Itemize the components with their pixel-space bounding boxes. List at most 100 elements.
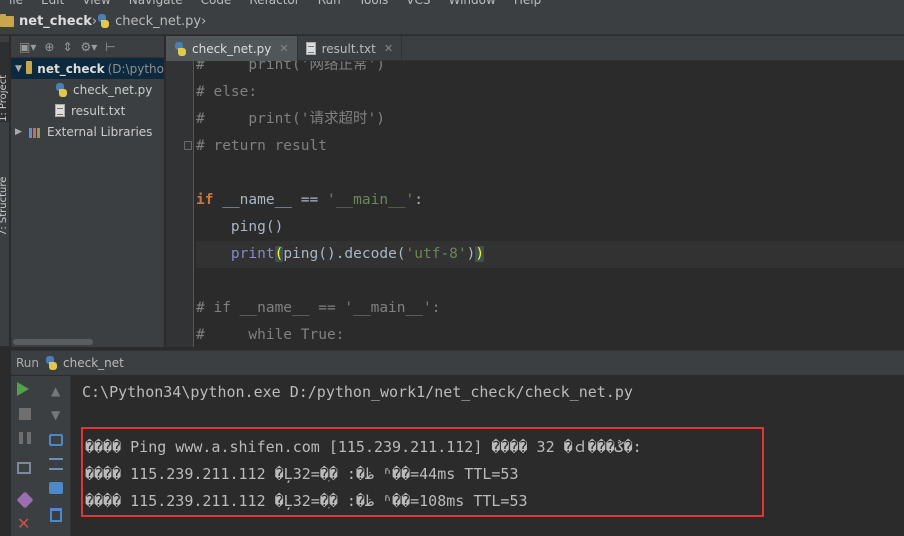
tree-item-label: External Libraries xyxy=(47,124,153,139)
editor-gutter xyxy=(166,61,194,347)
breadcrumb-project-label: net_check xyxy=(19,13,92,29)
root-folder-path: (D:\pytho xyxy=(107,61,164,76)
hide-icon[interactable]: ⊢ xyxy=(105,40,115,54)
scroll-to-end-icon[interactable] xyxy=(49,458,63,470)
soft-wrap-icon[interactable] xyxy=(49,434,63,446)
project-toolbar: ▣▾ ⊕ ⇕ ⚙▾ ⊢ xyxy=(11,36,164,58)
dump-threads-icon[interactable] xyxy=(17,462,31,474)
menu-item[interactable]: ile xyxy=(0,0,32,7)
close-icon[interactable]: ✕ xyxy=(17,516,33,532)
punctuation: : xyxy=(414,192,424,208)
code-line: # print('请求超时') xyxy=(196,111,385,127)
console-line: ���� 115.239.211.112 �Ļظ�: �ֽ�=32 ʱ��=44… xyxy=(85,465,519,483)
text-file-icon xyxy=(305,42,316,55)
tree-item-result[interactable]: result.txt xyxy=(11,100,164,121)
code-line: # return result xyxy=(196,138,327,154)
collapsed-arrow-icon[interactable]: ▶ xyxy=(15,127,25,137)
project-view-icon[interactable]: ▣▾ xyxy=(19,40,36,54)
menu-item[interactable]: View xyxy=(73,0,119,7)
menu-item[interactable]: Run xyxy=(309,0,350,7)
menu-item[interactable]: VCS xyxy=(397,0,439,7)
python-file-icon xyxy=(45,356,58,370)
menu-item[interactable]: Code xyxy=(192,0,241,7)
arrow-down-icon[interactable]: ▼ xyxy=(51,408,67,424)
text-file-icon xyxy=(55,104,65,117)
run-icon[interactable] xyxy=(17,382,29,396)
identifier: ping().decode( xyxy=(283,246,406,262)
run-config-name[interactable]: check_net xyxy=(63,356,124,370)
trash-icon[interactable] xyxy=(50,508,62,522)
string-literal: '__main__' xyxy=(326,192,415,208)
menu-item[interactable]: Edit xyxy=(32,0,73,7)
console-output[interactable]: C:\Python34\python.exe D:/python_work1/n… xyxy=(72,376,904,536)
identifier: __name__ xyxy=(222,192,293,208)
string-literal: 'utf-8' xyxy=(405,246,467,262)
tab-label: check_net.py xyxy=(192,41,272,56)
code-editor[interactable]: # print('网络正常') # else: # print('请求超时') … xyxy=(166,61,904,347)
bracket-match: ) xyxy=(475,246,485,262)
tab-result[interactable]: result.txt ✕ xyxy=(298,36,403,61)
left-tool-strip: 1: Project 7: Structure xyxy=(0,36,10,346)
root-folder-name: net_check xyxy=(37,61,105,76)
stop-icon[interactable] xyxy=(19,408,31,420)
menu-item[interactable]: Navigate xyxy=(120,0,192,7)
run-toolbar: ✕ ▲ ▼ xyxy=(11,376,71,536)
pin-icon[interactable] xyxy=(16,491,34,509)
code-line: if __name__ == '__main__': xyxy=(196,187,904,214)
highlighted-output-box: ���� Ping www.a.shifen.com [115.239.211.… xyxy=(81,427,764,517)
close-icon[interactable]: ✕ xyxy=(279,42,288,55)
python-file-icon xyxy=(174,41,187,56)
target-icon[interactable]: ⊕ xyxy=(44,40,54,54)
tree-item-label: result.txt xyxy=(71,103,126,118)
tab-project[interactable]: 1: Project xyxy=(0,42,9,122)
code-area[interactable]: # print('网络正常') # else: # print('请求超时') … xyxy=(196,61,904,347)
code-line: # else: xyxy=(196,84,258,100)
bracket-match: ( xyxy=(274,246,284,262)
menu-item[interactable]: Window xyxy=(440,0,505,7)
arrow-up-icon[interactable]: ▲ xyxy=(51,384,67,400)
fold-marker-icon[interactable] xyxy=(184,141,192,150)
menu-bar: ile Edit View Navigate Code Refactor Run Tools V… xyxy=(0,0,904,8)
horizontal-scrollbar[interactable] xyxy=(13,339,93,345)
print-icon[interactable] xyxy=(49,482,63,494)
operator: == xyxy=(292,192,327,208)
editor-tabs: check_net.py ✕ result.txt ✕ xyxy=(166,36,904,61)
breadcrumb: net_check › check_net.py › xyxy=(0,8,904,35)
menu-item[interactable]: Refactor xyxy=(240,0,308,7)
python-file-icon xyxy=(55,82,68,97)
folder-icon xyxy=(25,61,33,74)
keyword: if xyxy=(196,192,214,208)
run-panel-header: Run check_net xyxy=(11,350,904,375)
code-line: # print('网络正常') xyxy=(196,61,385,73)
tab-structure[interactable]: 7: Structure xyxy=(0,146,9,236)
folder-icon xyxy=(0,13,14,27)
tree-item-root[interactable]: ▼ net_check (D:\pytho xyxy=(11,58,164,79)
breadcrumb-project[interactable]: net_check xyxy=(0,8,92,34)
code-line: # if __name__ == '__main__': xyxy=(196,300,441,316)
console-command: C:\Python34\python.exe D:/python_work1/n… xyxy=(82,383,633,401)
expand-arrow-icon[interactable]: ▼ xyxy=(15,64,22,74)
project-pane: ▣▾ ⊕ ⇕ ⚙▾ ⊢ ▼ net_check (D:\pytho check_… xyxy=(11,36,165,347)
breadcrumb-file-label: check_net.py xyxy=(115,13,202,29)
builtin: print xyxy=(230,246,275,262)
console-line: ���� Ping www.a.shifen.com [115.239.211.… xyxy=(85,438,642,456)
menu-item[interactable]: Help xyxy=(505,0,550,7)
tree-item-check-net[interactable]: check_net.py xyxy=(11,79,164,100)
tab-check-net[interactable]: check_net.py ✕ xyxy=(166,36,298,61)
menu-item[interactable]: Tools xyxy=(350,0,398,7)
run-panel-title: Run xyxy=(16,356,40,370)
library-icon xyxy=(29,126,41,138)
code-line-current: print(ping().decode('utf-8')) xyxy=(196,241,904,268)
pause-icon[interactable] xyxy=(19,432,31,444)
collapse-icon[interactable]: ⇕ xyxy=(62,40,72,54)
code-line: # while True: xyxy=(196,327,345,343)
gear-icon[interactable]: ⚙▾ xyxy=(81,40,98,54)
tree-item-label: check_net.py xyxy=(73,82,153,97)
code-line: ping() xyxy=(196,219,284,235)
breadcrumb-file[interactable]: check_net.py xyxy=(97,8,201,34)
tree-item-external-libraries[interactable]: ▶ External Libraries xyxy=(11,121,164,142)
close-icon[interactable]: ✕ xyxy=(384,42,393,55)
